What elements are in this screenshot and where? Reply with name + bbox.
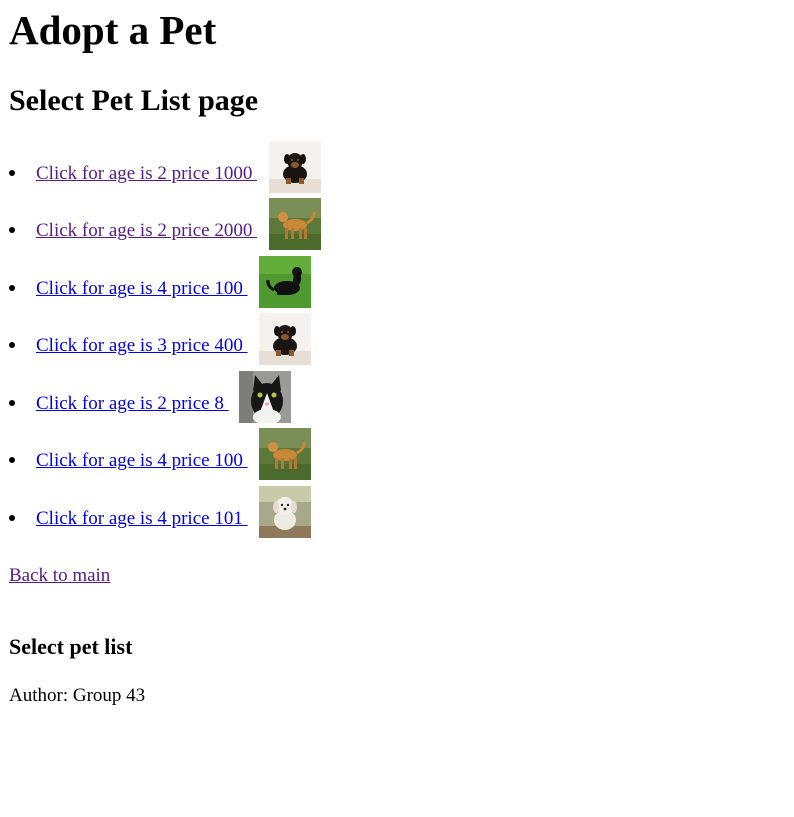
pet-link[interactable]: Click for age is 2 price 2000 <box>36 220 257 242</box>
pet-list-item: Click for age is 4 price 100 <box>9 256 409 310</box>
pet-list-item: Click for age is 4 price 101 <box>9 486 409 540</box>
back-to-main-link[interactable]: Back to main <box>9 565 110 587</box>
black-dog-on-grass-image[interactable] <box>259 256 311 308</box>
bullet-icon <box>9 342 15 348</box>
black-white-cat-image[interactable] <box>239 371 291 423</box>
pet-link[interactable]: Click for age is 3 price 400 <box>36 335 248 357</box>
pet-link[interactable]: Click for age is 4 price 100 <box>36 450 248 472</box>
pet-list-item: Click for age is 2 price 1000 <box>9 141 409 195</box>
author-text: Author: Group 43 <box>9 685 146 706</box>
bullet-icon <box>9 285 15 291</box>
rottweiler-puppy-image[interactable] <box>269 141 321 193</box>
pet-list-item: Click for age is 3 price 400 <box>9 313 409 367</box>
bullet-icon <box>9 457 15 463</box>
bullet-icon <box>9 400 15 406</box>
bullet-icon <box>9 515 15 521</box>
pet-list-item: Click for age is 2 price 8 <box>9 371 409 425</box>
pet-list-item: Click for age is 4 price 100 <box>9 428 409 482</box>
pet-list: Click for age is 2 price 1000 Click for … <box>9 117 785 547</box>
footer-title: Select pet list <box>9 634 133 659</box>
white-puppy-image[interactable] <box>259 486 311 538</box>
pet-link[interactable]: Click for age is 4 price 101 <box>36 508 248 530</box>
pet-link[interactable]: Click for age is 2 price 8 <box>36 393 229 415</box>
page-heading: Select Pet List page <box>9 84 259 117</box>
rottweiler-puppy-image[interactable] <box>259 313 311 365</box>
pet-link[interactable]: Click for age is 2 price 1000 <box>36 163 257 185</box>
golden-retriever-image[interactable] <box>269 198 321 250</box>
bullet-icon <box>9 170 15 176</box>
site-title: Adopt a Pet <box>9 7 217 53</box>
golden-retriever-image[interactable] <box>259 428 311 480</box>
pet-link[interactable]: Click for age is 4 price 100 <box>36 278 248 300</box>
page: Adopt a Pet Select Pet List page Click f… <box>0 0 794 817</box>
pet-list-item: Click for age is 2 price 2000 <box>9 198 409 252</box>
bullet-icon <box>9 227 15 233</box>
